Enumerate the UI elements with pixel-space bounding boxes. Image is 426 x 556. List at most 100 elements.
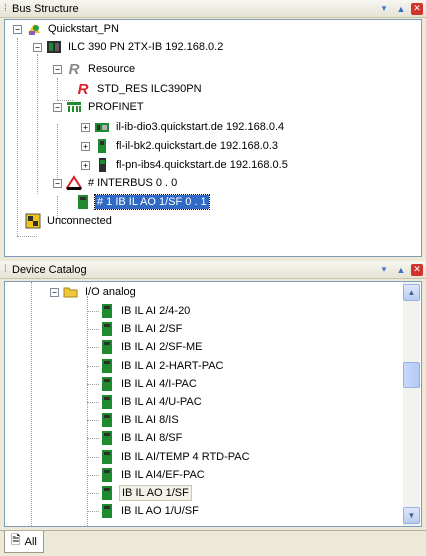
device-module-icon <box>94 157 110 173</box>
unconnected-label: Unconnected <box>47 215 112 227</box>
document-icon: 🗎 <box>11 533 21 547</box>
scroll-thumb[interactable] <box>403 362 420 388</box>
catalog-item-label: IB IL AI 4/I-PAC <box>121 377 197 390</box>
profinet-icon <box>66 99 82 115</box>
tree-node-controller[interactable]: − ILC 390 PN 2TX-IB 192.168.0.2 <box>33 38 225 56</box>
folder-label: I/O analog <box>85 286 136 298</box>
tree-node-std-res[interactable]: R STD_RES ILC390PN <box>75 80 204 98</box>
catalog-folder-io-analog[interactable]: − I/O analog <box>50 283 138 301</box>
io-module-icon <box>99 358 115 374</box>
catalog-item-label: IB IL AO 1/SF <box>119 485 192 501</box>
tree-node-unconnected[interactable]: Unconnected <box>13 212 114 230</box>
resource-r-icon: R <box>68 60 80 78</box>
device-module-icon <box>94 138 110 154</box>
catalog-item[interactable]: IB IL AI 4/U-PAC <box>83 393 204 411</box>
io-module-icon <box>99 394 115 410</box>
interbus-label: # INTERBUS 0 . 0 <box>88 177 178 189</box>
maximize-icon[interactable]: ▲ <box>394 263 408 277</box>
std-res-label: STD_RES ILC390PN <box>97 83 202 95</box>
catalog-item[interactable]: IB IL AI4/EF-PAC <box>83 466 207 484</box>
catalog-item[interactable]: IB IL AI 4/I-PAC <box>83 375 199 393</box>
collapse-icon[interactable]: − <box>13 24 22 34</box>
interbus-icon <box>66 175 82 191</box>
tree-node-device-3[interactable]: + fl-pn-ibs4.quickstart.de 192.168.0.5 <box>81 156 290 174</box>
catalog-item[interactable]: IB IL AI 8/SF <box>83 429 184 447</box>
io-module-icon <box>99 485 115 501</box>
catalog-item-label: IB IL AI4/EF-PAC <box>121 468 205 481</box>
catalog-item-label: IB IL AI 8/IS <box>121 414 179 427</box>
catalog-item[interactable]: IB IL AO 1/U/SF <box>83 502 201 520</box>
catalog-item[interactable]: IB IL AI 2-HART-PAC <box>83 357 226 375</box>
catalog-item-label: IB IL AI 2/4-20 <box>121 305 191 317</box>
io-module-icon <box>99 412 115 428</box>
catalog-item[interactable]: IB IL AI 2/4-20 <box>83 302 192 320</box>
device-catalog-title: Device Catalog <box>12 263 87 276</box>
tab-all-label: All <box>24 535 37 548</box>
io-module-icon <box>99 339 115 355</box>
close-icon[interactable]: ✕ <box>411 2 423 15</box>
maximize-icon[interactable]: ▲ <box>394 2 408 16</box>
catalog-item-label: IB IL AI 2/SF-ME <box>121 341 203 354</box>
device-3-label: fl-pn-ibs4.quickstart.de 192.168.0.5 <box>116 159 288 171</box>
device-2-label: fl-il-bk2.quickstart.de 192.168.0.3 <box>116 140 279 152</box>
tree-node-profinet[interactable]: − PROFINET <box>53 98 146 116</box>
catalog-item[interactable]: IB IL AI 2/SF-ME <box>83 338 205 356</box>
catalog-item[interactable]: IB IL AI/TEMP 4 RTD-PAC <box>83 448 252 466</box>
io-module-icon <box>99 430 115 446</box>
device-catalog-titlebar: ⁞ Device Catalog ▾ ▲ ✕ <box>0 261 426 279</box>
controller-label: ILC 390 PN 2TX-IB 192.168.0.2 <box>68 41 224 53</box>
expand-icon[interactable]: + <box>81 141 90 151</box>
tab-all[interactable]: 🗎 All <box>4 531 44 553</box>
catalog-item-label: IB IL AI 2/SF <box>121 323 183 336</box>
tree-node-resource[interactable]: − R Resource <box>53 60 137 78</box>
catalog-item-label: IB IL AI 4/U-PAC <box>121 396 202 408</box>
io-module-icon <box>99 321 115 337</box>
scroll-up-button[interactable]: ▲ <box>403 284 420 301</box>
open-folder-icon <box>63 284 79 300</box>
tree-node-interbus[interactable]: − # INTERBUS 0 . 0 <box>53 174 179 192</box>
device-catalog-tree[interactable]: − I/O analog IB IL AI 2/4-20 IB IL AI 2/S… <box>4 281 422 527</box>
device-module-icon <box>94 119 110 135</box>
std-res-r-icon: R <box>77 80 89 98</box>
collapse-icon[interactable]: − <box>33 42 42 52</box>
catalog-item[interactable]: IB IL AI 2/SF <box>83 320 184 338</box>
close-icon[interactable]: ✕ <box>411 263 423 276</box>
pin-icon[interactable]: ▾ <box>377 263 391 277</box>
io-module-icon <box>99 503 115 519</box>
expand-icon[interactable]: + <box>81 160 90 170</box>
profinet-label: PROFINET <box>88 101 144 113</box>
tree-node-project[interactable]: − Quickstart_PN <box>13 20 121 38</box>
io-module-icon <box>99 376 115 392</box>
collapse-icon[interactable]: − <box>53 102 62 112</box>
ib-module-label: # 1 IB IL AO 1/SF 0 . 1 <box>94 194 210 210</box>
scroll-down-button[interactable]: ▼ <box>403 507 420 524</box>
catalog-item[interactable]: IB IL AO 1/SF <box>83 484 192 502</box>
device-1-label: il-ib-dio3.quickstart.de 192.168.0.4 <box>116 121 285 133</box>
io-module-icon <box>99 467 115 483</box>
catalog-item-label: IB IL AI 8/SF <box>121 432 183 445</box>
io-module-icon <box>75 194 91 210</box>
bus-structure-titlebar: ⁞ Bus Structure ▾ ▲ ✕ <box>0 0 426 18</box>
pin-icon[interactable]: ▾ <box>377 2 391 16</box>
catalog-item-label: IB IL AO 1/U/SF <box>121 505 199 518</box>
collapse-icon[interactable]: − <box>53 64 62 74</box>
io-module-icon <box>99 303 115 319</box>
catalog-scrollbar[interactable]: ▲ ▼ <box>403 282 420 526</box>
catalog-item[interactable]: IB IL AI 8/IS <box>83 411 181 429</box>
bus-structure-title: Bus Structure <box>12 2 79 15</box>
bottom-tab-strip: 🗎 All <box>0 530 426 556</box>
tree-node-ib-module[interactable]: # 1 IB IL AO 1/SF 0 . 1 <box>75 193 210 211</box>
project-icon <box>26 21 42 37</box>
unconnected-icon <box>25 213 41 229</box>
io-module-icon <box>99 449 115 465</box>
catalog-item-label: IB IL AI 2-HART-PAC <box>121 359 224 372</box>
expand-icon[interactable]: + <box>81 122 90 132</box>
bus-structure-tree[interactable]: − Quickstart_PN − ILC 390 PN 2TX-IB 192.… <box>4 19 422 257</box>
controller-icon <box>46 39 62 55</box>
collapse-icon[interactable]: − <box>53 178 62 188</box>
catalog-item-label: IB IL AI/TEMP 4 RTD-PAC <box>121 450 250 463</box>
collapse-icon[interactable]: − <box>50 287 59 297</box>
resource-label: Resource <box>88 63 136 75</box>
tree-node-device-2[interactable]: + fl-il-bk2.quickstart.de 192.168.0.3 <box>81 137 280 155</box>
tree-node-device-1[interactable]: + il-ib-dio3.quickstart.de 192.168.0.4 <box>81 118 286 136</box>
